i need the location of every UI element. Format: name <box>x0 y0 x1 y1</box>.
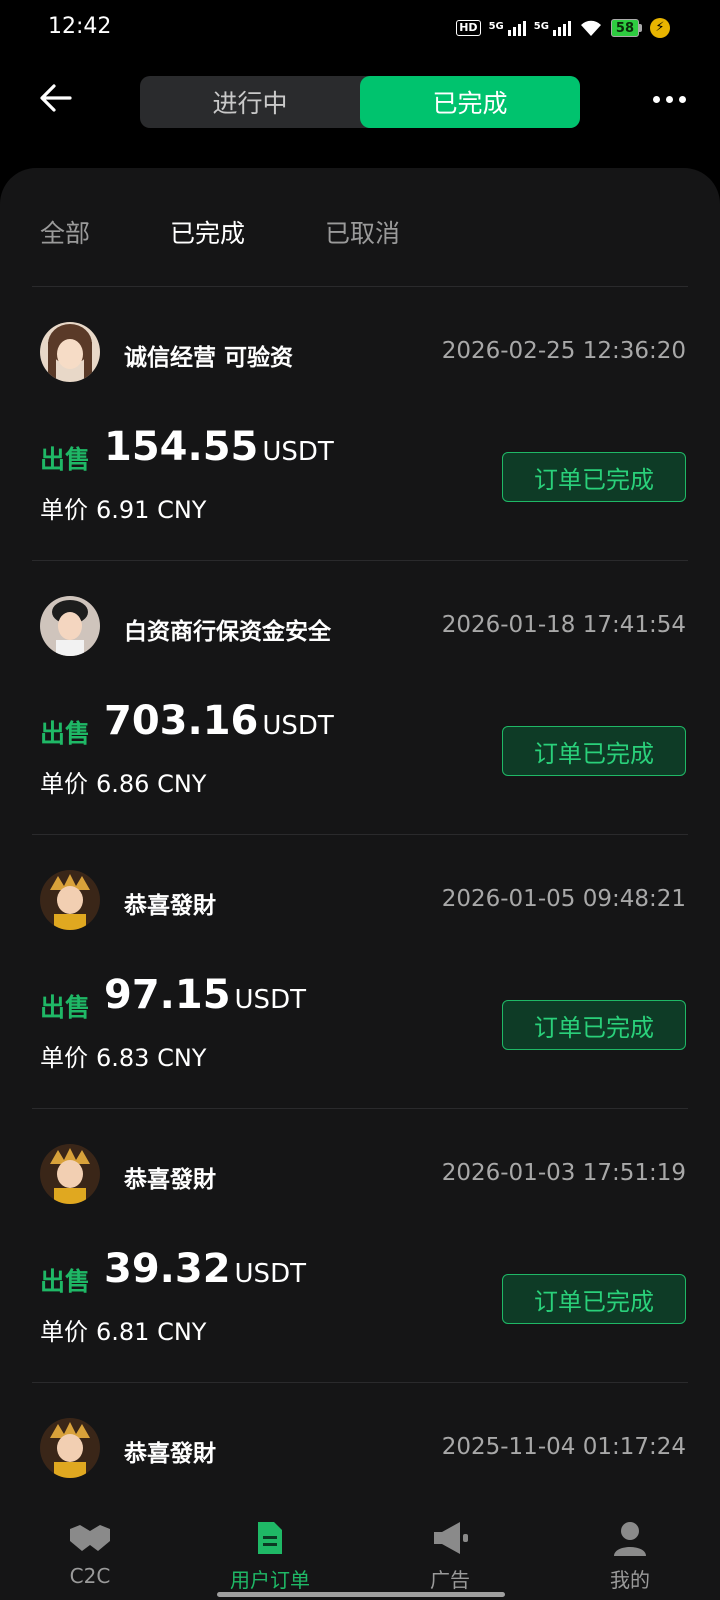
signal-icon-2: 5G <box>534 20 571 36</box>
tab-ads[interactable]: 广告 <box>360 1500 540 1600</box>
tab-c2c[interactable]: C2C <box>0 1500 180 1600</box>
signal-icon: 5G <box>489 20 526 36</box>
charging-icon: ⚡ <box>650 18 670 38</box>
order-state-segment: 进行中 已完成 <box>140 76 580 128</box>
battery-icon: 58 <box>610 19 642 37</box>
order-side: 出售 <box>40 993 91 1022</box>
order-card[interactable]: 恭喜發財 2025-11-04 01:17:24 <box>0 1382 720 1508</box>
merchant-avatar <box>40 870 100 930</box>
order-amount: 97.15 USDT <box>104 972 306 1018</box>
bottom-tab-bar: C2C 用户订单 广告 我的 <box>0 1500 720 1600</box>
order-time: 2026-01-03 17:51:19 <box>441 1160 686 1186</box>
merchant-avatar <box>40 596 100 656</box>
order-side: 出售 <box>40 719 91 748</box>
status-bar: 12:42 HD 5G 5G 58 ⚡ <box>0 0 720 56</box>
segment-in-progress[interactable]: 进行中 <box>140 76 360 128</box>
person-icon <box>608 1518 652 1558</box>
order-card[interactable]: 白资商行保资金安全 2026-01-18 17:41:54 出售 703.16 U… <box>0 560 720 834</box>
hd-voice-icon: HD <box>456 20 481 36</box>
wifi-icon <box>580 20 601 36</box>
handshake-icon <box>68 1518 112 1558</box>
order-status-button[interactable]: 订单已完成 <box>502 726 686 776</box>
order-status-button[interactable]: 订单已完成 <box>502 1000 686 1050</box>
megaphone-icon <box>428 1518 472 1558</box>
unit-price: 单价 6.86 CNY <box>40 770 207 798</box>
merchant-avatar <box>40 1418 100 1478</box>
order-status-button[interactable]: 订单已完成 <box>502 1274 686 1324</box>
segment-completed[interactable]: 已完成 <box>360 76 580 128</box>
back-arrow-icon[interactable] <box>36 78 76 118</box>
order-amount: 39.32 USDT <box>104 1246 306 1292</box>
merchant-avatar <box>40 1144 100 1204</box>
order-time: 2026-01-05 09:48:21 <box>441 886 686 912</box>
home-indicator <box>217 1592 505 1597</box>
document-icon <box>248 1518 292 1558</box>
order-time: 2026-02-25 12:36:20 <box>441 338 686 364</box>
filter-completed[interactable]: 已完成 <box>170 214 245 250</box>
amount-unit: USDT <box>262 711 334 741</box>
filter-all[interactable]: 全部 <box>40 214 90 250</box>
status-time: 12:42 <box>48 14 112 39</box>
tab-me[interactable]: 我的 <box>540 1500 720 1600</box>
merchant-name: 恭喜發財 <box>124 893 216 919</box>
order-amount: 154.55 USDT <box>104 424 334 470</box>
merchant-name: 诚信经营 可验资 <box>124 345 294 371</box>
status-icons: HD 5G 5G 58 ⚡ <box>456 16 670 40</box>
order-status-button[interactable]: 订单已完成 <box>502 452 686 502</box>
tab-user-orders[interactable]: 用户订单 <box>180 1500 360 1600</box>
amount-unit: USDT <box>234 1259 306 1289</box>
unit-price: 单价 6.81 CNY <box>40 1318 207 1346</box>
order-card[interactable]: 诚信经营 可验资 2026-02-25 12:36:20 出售 154.55 US… <box>0 286 720 560</box>
merchant-name: 恭喜發財 <box>124 1167 216 1193</box>
orders-panel: 全部 已完成 已取消 诚信经营 可验资 2026-02-25 12:36:20 … <box>0 168 720 1508</box>
amount-unit: USDT <box>234 985 306 1015</box>
header: 进行中 已完成 <box>0 70 720 130</box>
merchant-name: 恭喜發財 <box>124 1441 216 1467</box>
order-card[interactable]: 恭喜發財 2026-01-05 09:48:21 出售 97.15 USDT 单价… <box>0 834 720 1108</box>
order-side: 出售 <box>40 445 91 474</box>
unit-price: 单价 6.91 CNY <box>40 496 207 524</box>
filter-tabs: 全部 已完成 已取消 <box>40 214 480 250</box>
order-time: 2025-11-04 01:17:24 <box>441 1434 686 1460</box>
order-time: 2026-01-18 17:41:54 <box>441 612 686 638</box>
amount-unit: USDT <box>262 437 334 467</box>
filter-cancelled[interactable]: 已取消 <box>325 214 400 250</box>
order-card[interactable]: 恭喜發財 2026-01-03 17:51:19 出售 39.32 USDT 单价… <box>0 1108 720 1382</box>
more-icon[interactable] <box>653 96 686 103</box>
order-amount: 703.16 USDT <box>104 698 334 744</box>
unit-price: 单价 6.83 CNY <box>40 1044 207 1072</box>
order-side: 出售 <box>40 1267 91 1296</box>
merchant-avatar <box>40 322 100 382</box>
merchant-name: 白资商行保资金安全 <box>124 619 331 645</box>
